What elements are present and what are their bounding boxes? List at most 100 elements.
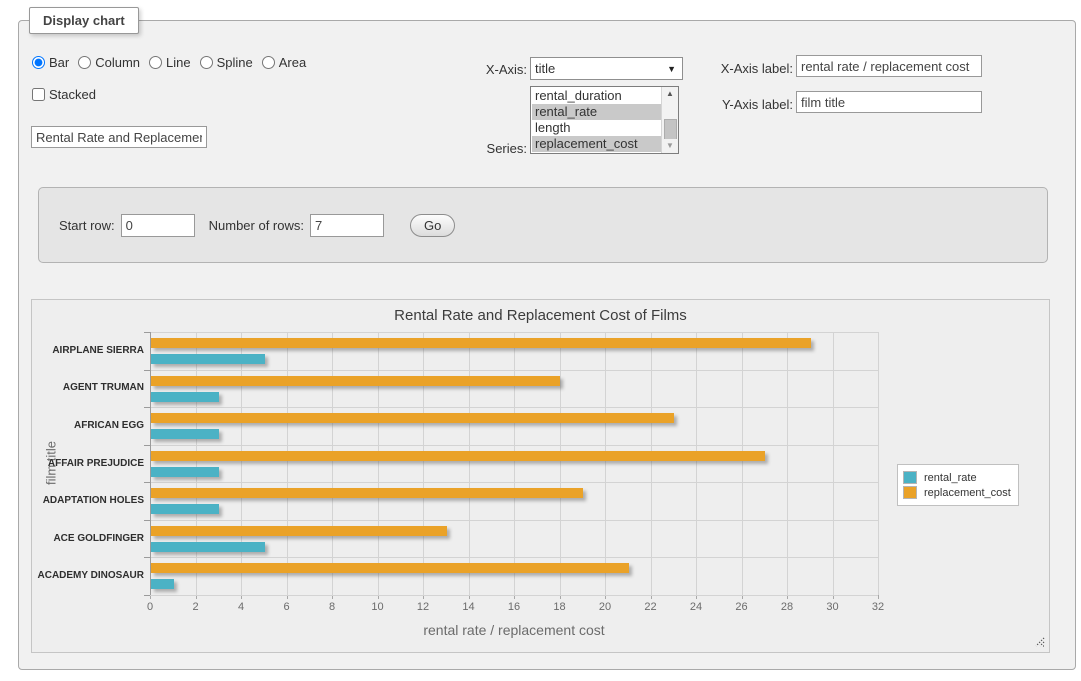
stacked-checkbox-row[interactable]: Stacked xyxy=(32,87,96,102)
x-tick-label: 20 xyxy=(585,601,625,613)
dropdown-arrow-icon: ▼ xyxy=(667,64,678,74)
scroll-up-icon[interactable]: ▲ xyxy=(662,87,678,101)
x-tick-label: 32 xyxy=(858,601,898,613)
series-listbox[interactable]: rental_durationrental_ratelengthreplacem… xyxy=(530,86,679,154)
x-tick-label: 22 xyxy=(631,601,671,613)
start-row-label: Start row: xyxy=(59,218,115,233)
legend-entry-rental_rate: rental_rate xyxy=(903,471,1011,484)
row-range-panel: Start row: Number of rows: Go xyxy=(38,187,1048,263)
series-select-label: Series: xyxy=(449,141,527,156)
y-axis-caption-input[interactable] xyxy=(796,91,982,113)
page: Display chart Bar Column Line Spline Area St… xyxy=(0,0,1081,681)
chart-type-option-spline[interactable]: Spline xyxy=(200,55,253,70)
go-button[interactable]: Go xyxy=(410,214,455,237)
gridline xyxy=(378,332,379,595)
chart-container: Rental Rate and Replacement Cost of Film… xyxy=(31,299,1050,653)
bar-replacement_cost xyxy=(151,451,765,461)
series-scrollbar[interactable]: ▲ ▼ xyxy=(661,87,678,153)
chart-type-radio-area[interactable] xyxy=(262,56,275,69)
chart-type-radio-bar[interactable] xyxy=(32,56,45,69)
chart-legend: rental_rate replacement_cost xyxy=(897,464,1019,506)
gridline xyxy=(150,482,878,483)
x-axis-caption-input[interactable] xyxy=(796,55,982,77)
category-label: ADAPTATION HOLES xyxy=(32,495,144,506)
scroll-down-icon[interactable]: ▼ xyxy=(662,139,678,153)
chart-type-radio-group: Bar Column Line Spline Area xyxy=(32,55,315,70)
bar-replacement_cost xyxy=(151,413,674,423)
gridline xyxy=(150,407,878,408)
bar-rental_rate xyxy=(151,504,219,514)
x-axis-select-label: X-Axis: xyxy=(449,62,527,77)
gridline xyxy=(787,332,788,595)
legend-label: replacement_cost xyxy=(924,487,1011,499)
gridline xyxy=(150,595,878,596)
gridline xyxy=(241,332,242,595)
bar-rental_rate xyxy=(151,429,219,439)
x-tick-label: 18 xyxy=(540,601,580,613)
chart-type-option-bar[interactable]: Bar xyxy=(32,55,69,70)
bar-replacement_cost xyxy=(151,526,447,536)
gridline xyxy=(605,332,606,595)
gridline xyxy=(469,332,470,595)
gridline xyxy=(150,445,878,446)
x-tick-label: 2 xyxy=(176,601,216,613)
gridline xyxy=(150,332,878,333)
series-option[interactable]: rental_duration xyxy=(532,88,661,104)
y-axis-line xyxy=(150,332,151,595)
start-row-input[interactable] xyxy=(121,214,195,237)
number-of-rows-input[interactable] xyxy=(310,214,384,237)
series-option[interactable]: length xyxy=(532,120,661,136)
bar-rental_rate xyxy=(151,542,265,552)
chart-type-option-column[interactable]: Column xyxy=(78,55,140,70)
x-tick-label: 12 xyxy=(403,601,443,613)
bar-rental_rate xyxy=(151,354,265,364)
x-axis-tick xyxy=(878,595,879,599)
gridline xyxy=(150,557,878,558)
gridline xyxy=(332,332,333,595)
x-axis-select[interactable]: title ▼ xyxy=(530,57,683,80)
chart-type-label: Column xyxy=(95,55,140,70)
number-of-rows-label: Number of rows: xyxy=(209,218,304,233)
y-axis-caption-label: Y-Axis label: xyxy=(691,97,793,112)
chart-type-option-area[interactable]: Area xyxy=(262,55,306,70)
chart-title-input[interactable] xyxy=(31,126,207,148)
legend-label: rental_rate xyxy=(924,472,977,484)
series-option[interactable]: rental_rate xyxy=(532,104,661,120)
bar-rental_rate xyxy=(151,579,174,589)
gridline xyxy=(742,332,743,595)
bar-replacement_cost xyxy=(151,488,583,498)
gridline xyxy=(696,332,697,595)
series-options: rental_durationrental_ratelengthreplacem… xyxy=(532,88,661,152)
chart-type-label: Spline xyxy=(217,55,253,70)
x-tick-label: 14 xyxy=(449,601,489,613)
fieldset-legend: Display chart xyxy=(29,7,139,34)
gridline xyxy=(196,332,197,595)
gridline xyxy=(287,332,288,595)
gridline xyxy=(423,332,424,595)
chart-type-radio-line[interactable] xyxy=(149,56,162,69)
chart-type-radio-spline[interactable] xyxy=(200,56,213,69)
x-tick-label: 4 xyxy=(221,601,261,613)
chart-x-axis-title: rental rate / replacement cost xyxy=(150,622,878,638)
stacked-checkbox[interactable] xyxy=(32,88,45,101)
chart-type-option-line[interactable]: Line xyxy=(149,55,191,70)
series-option[interactable]: replacement_cost xyxy=(532,136,661,152)
resize-grip-icon[interactable] xyxy=(1033,635,1045,647)
x-tick-label: 0 xyxy=(130,601,170,613)
bar-rental_rate xyxy=(151,467,219,477)
category-label: ACE GOLDFINGER xyxy=(32,533,144,544)
chart-type-radio-column[interactable] xyxy=(78,56,91,69)
y-axis-tick xyxy=(144,595,150,596)
category-label: AFRICAN EGG xyxy=(32,420,144,431)
gridline xyxy=(878,332,879,595)
x-tick-label: 30 xyxy=(813,601,853,613)
legend-swatch xyxy=(903,471,917,484)
gridline xyxy=(833,332,834,595)
chart-type-label: Line xyxy=(166,55,191,70)
gridline xyxy=(150,370,878,371)
x-tick-label: 24 xyxy=(676,601,716,613)
gridline xyxy=(150,520,878,521)
gridline xyxy=(560,332,561,595)
bar-replacement_cost xyxy=(151,376,560,386)
gridline xyxy=(651,332,652,595)
